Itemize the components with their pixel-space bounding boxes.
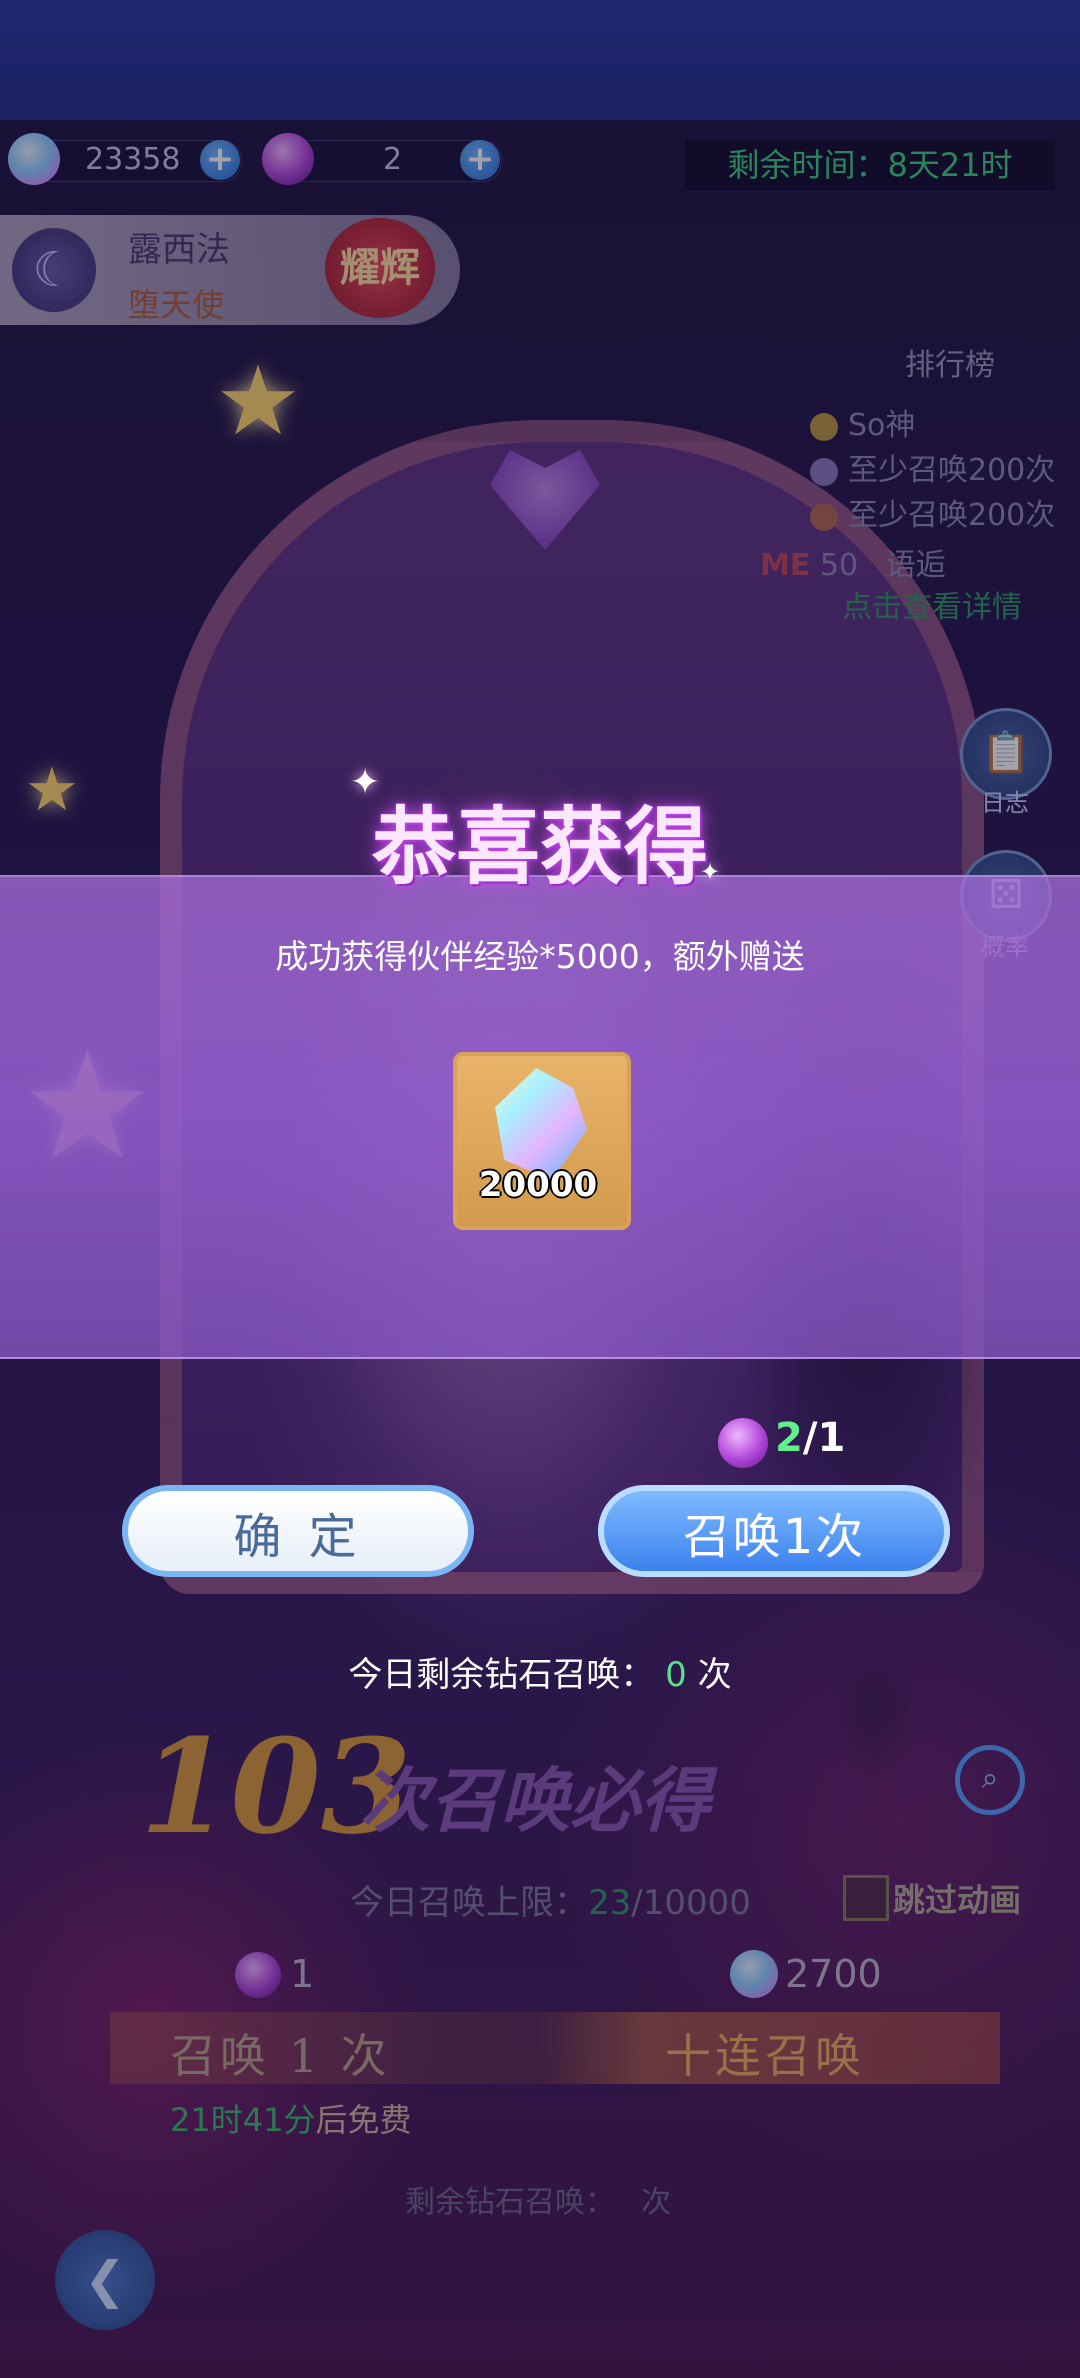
feathers-need: /1 <box>802 1415 846 1461</box>
diamond-today-label: 今日剩余钻石召唤： <box>348 1655 655 1695</box>
feather-cost-icon <box>718 1418 768 1468</box>
today-diamond-summons: 今日剩余钻石召唤： 0 次 <box>0 1647 1080 1696</box>
popup-title: 恭喜获得 <box>371 798 708 896</box>
sparkle-icon: ✦ <box>350 762 381 803</box>
confirm-button[interactable]: 确 定 <box>122 1485 474 1577</box>
diamond-today-suffix: 次 <box>697 1655 732 1695</box>
reward-item-count: 20000 <box>478 1165 598 1205</box>
sparkle-icon: ✦ <box>700 858 721 886</box>
feathers-have: 2 <box>775 1415 803 1461</box>
summon-cost: 2/1 <box>775 1415 845 1461</box>
diamond-today-count: 0 <box>665 1655 687 1695</box>
reward-message: 成功获得伙伴经验*5000，额外赠送 <box>275 937 805 976</box>
summon-once-popup-button[interactable]: 召唤1次 <box>598 1485 950 1577</box>
